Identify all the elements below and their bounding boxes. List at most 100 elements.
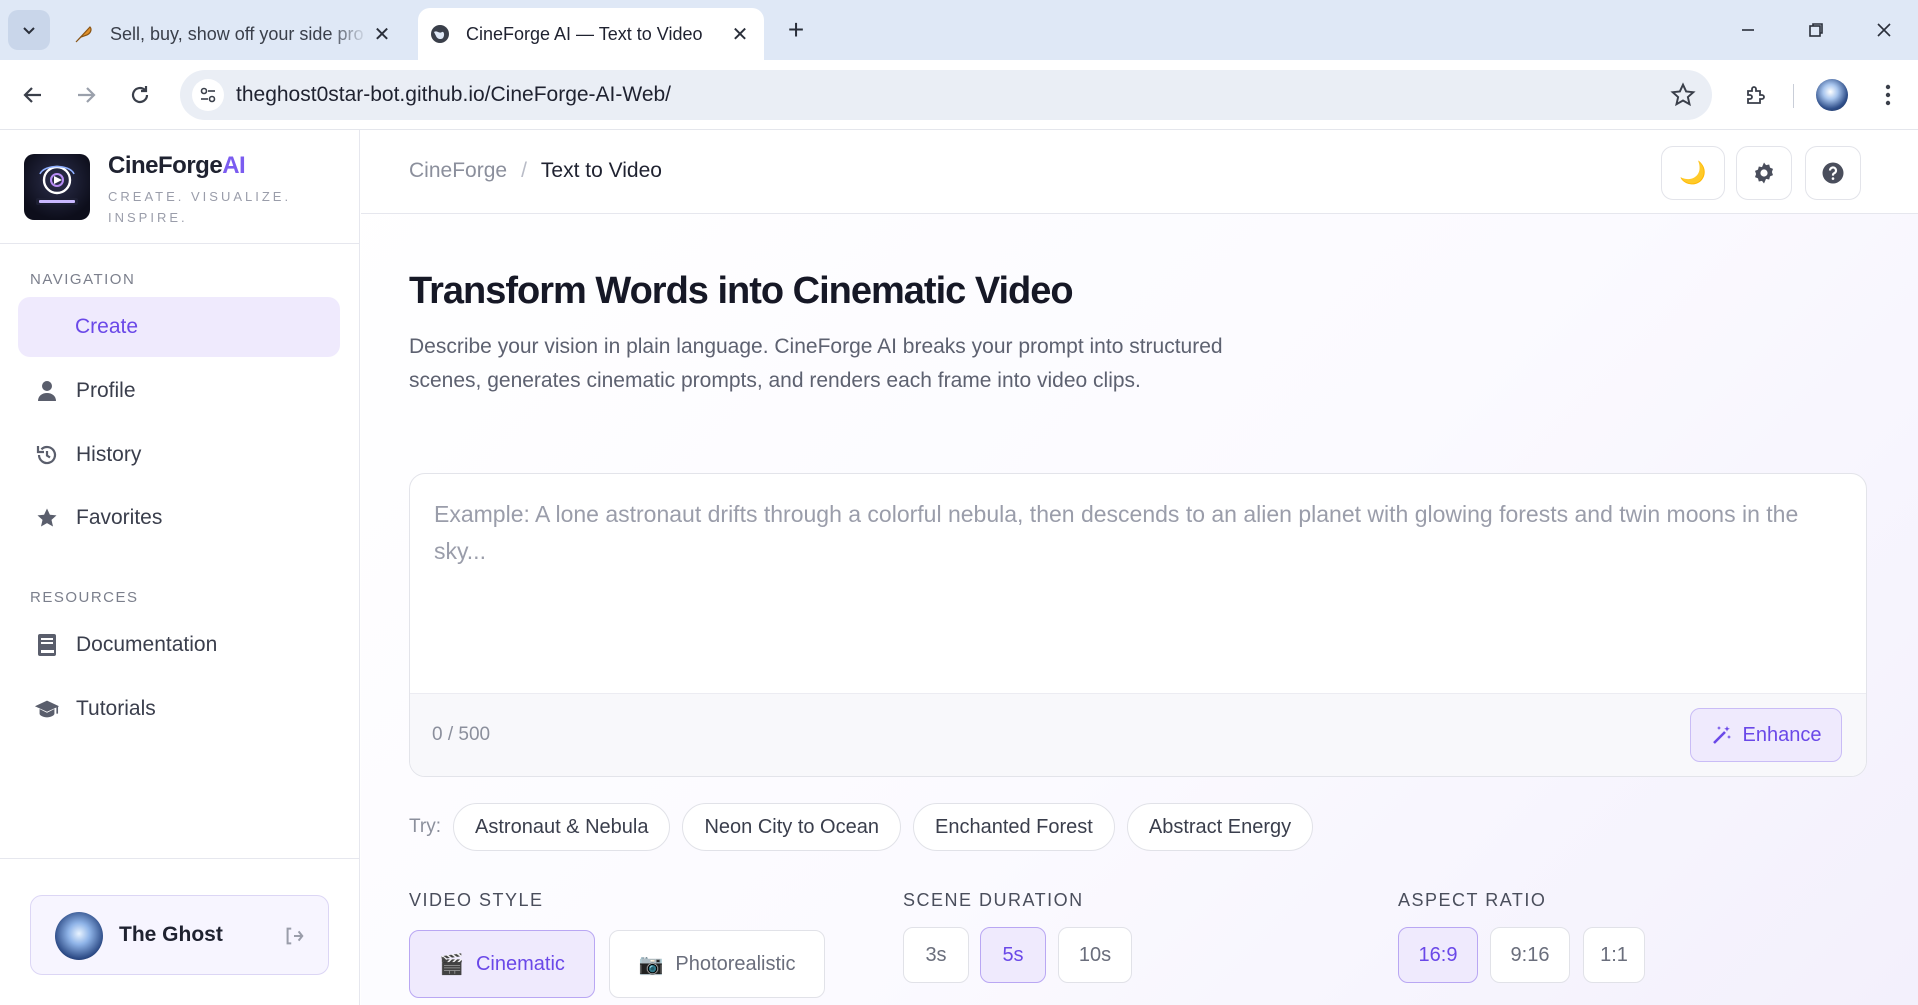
- restore-icon: [1809, 23, 1823, 37]
- navigation-section-label: NAVIGATION: [30, 271, 136, 288]
- top-bar: CineForge / Text to Video 🌙: [361, 130, 1918, 214]
- restore-button[interactable]: [1792, 10, 1840, 50]
- style-option-label: Photorealistic: [675, 952, 796, 975]
- sidebar-item-favorites[interactable]: Favorites: [18, 488, 340, 548]
- magic-wand-icon: [1712, 726, 1731, 744]
- try-label: Try:: [409, 816, 442, 837]
- character-count: 0 / 500: [432, 724, 491, 745]
- brand-name: CineForgeAI: [108, 152, 246, 180]
- prompt-textarea[interactable]: Example: A lone astronaut drifts through…: [434, 496, 1844, 570]
- minimize-icon: [1742, 29, 1754, 31]
- extensions-button[interactable]: [1738, 77, 1774, 113]
- resources-section-label: RESOURCES: [30, 589, 139, 606]
- feather-favicon-icon: [72, 22, 96, 46]
- example-chip[interactable]: Abstract Energy: [1126, 803, 1314, 851]
- reload-button[interactable]: [122, 77, 158, 113]
- browser-tab-inactive[interactable]: Sell, buy, show off your side pro ✕: [62, 8, 406, 60]
- site-info-icon[interactable]: [192, 79, 224, 111]
- user-name: The Ghost: [119, 923, 223, 946]
- avatar: [55, 912, 103, 960]
- page-description: Describe your vision in plain language. …: [409, 335, 1223, 392]
- aspect-option-16-9[interactable]: 16:9: [1398, 927, 1478, 983]
- gear-icon: [1755, 162, 1773, 184]
- sidebar-item-label: Tutorials: [76, 697, 156, 720]
- enhance-button[interactable]: Enhance: [1690, 708, 1842, 762]
- settings-button[interactable]: [1736, 146, 1792, 200]
- bookmark-star-icon[interactable]: [1670, 82, 1696, 108]
- video-style-label: VIDEO STYLE: [409, 890, 544, 910]
- aspect-ratio-label: ASPECT RATIO: [1398, 890, 1547, 910]
- sidebar: CineForgeAI CREATE. VISUALIZE. INSPIRE. …: [0, 130, 360, 1005]
- browser-profile-avatar[interactable]: [1816, 79, 1848, 111]
- tab-close-icon[interactable]: ✕: [368, 20, 396, 48]
- sidebar-item-history[interactable]: History: [18, 425, 340, 485]
- sidebar-footer: The Ghost: [0, 858, 360, 1005]
- example-chip[interactable]: Astronaut & Nebula: [453, 803, 671, 851]
- example-prompts-row: Try: Astronaut & Nebula Neon City to Oce…: [409, 803, 1325, 851]
- arrow-right-icon: [78, 87, 96, 103]
- theme-toggle-button[interactable]: 🌙: [1661, 146, 1725, 200]
- sidebar-item-label: Profile: [76, 379, 136, 402]
- history-icon: [34, 442, 60, 468]
- aspect-option-9-16[interactable]: 9:16: [1490, 927, 1570, 983]
- help-button[interactable]: [1805, 146, 1861, 200]
- duration-option-10s[interactable]: 10s: [1058, 927, 1132, 983]
- browser-tab-strip: Sell, buy, show off your side pro ✕ Cine…: [0, 0, 1918, 60]
- style-option-cinematic[interactable]: 🎬 Cinematic: [409, 930, 595, 998]
- page-title: Transform Words into Cinematic Video: [409, 270, 1074, 312]
- close-window-button[interactable]: [1860, 10, 1908, 50]
- user-card[interactable]: The Ghost: [30, 895, 329, 975]
- reload-icon: [131, 86, 149, 104]
- tab-title: CineForge AI — Text to Video: [466, 23, 703, 44]
- globe-favicon-icon: [428, 22, 452, 46]
- duration-option-3s[interactable]: 3s: [903, 927, 969, 983]
- logout-icon[interactable]: [283, 925, 305, 947]
- brand-tagline: CREATE. VISUALIZE. INSPIRE.: [108, 189, 292, 225]
- clapperboard-icon: 🎬: [439, 953, 464, 976]
- toolbar-divider: [1793, 84, 1794, 108]
- prompt-footer: 0 / 500 Enhance: [410, 693, 1866, 776]
- book-icon: [34, 632, 60, 658]
- minimize-button[interactable]: [1724, 10, 1772, 50]
- question-circle-icon: [1822, 162, 1844, 184]
- sidebar-item-profile[interactable]: Profile: [18, 361, 340, 421]
- breadcrumb-separator: /: [521, 159, 527, 182]
- address-bar[interactable]: theghost0star-bot.github.io/CineForge-AI…: [180, 70, 1712, 120]
- tab-title: Sell, buy, show off your side pro: [110, 23, 364, 44]
- brand-logo[interactable]: [24, 154, 90, 220]
- example-chip[interactable]: Neon City to Ocean: [682, 803, 901, 851]
- style-option-photorealistic[interactable]: 📷 Photorealistic: [609, 930, 825, 998]
- browser-menu-button[interactable]: [1870, 77, 1906, 113]
- breadcrumb-root[interactable]: CineForge: [409, 159, 507, 183]
- tab-close-icon[interactable]: ✕: [726, 20, 754, 48]
- close-icon: [1877, 23, 1891, 37]
- brand-header: CineForgeAI CREATE. VISUALIZE. INSPIRE.: [0, 130, 360, 244]
- prompt-editor: Example: A lone astronaut drifts through…: [409, 473, 1867, 777]
- graduation-cap-icon: [34, 696, 60, 722]
- sidebar-item-tutorials[interactable]: Tutorials: [18, 679, 340, 739]
- scene-duration-label: SCENE DURATION: [903, 890, 1084, 910]
- new-tab-button[interactable]: +: [780, 14, 812, 46]
- url-text: theghost0star-bot.github.io/CineForge-AI…: [236, 83, 672, 106]
- forward-button[interactable]: [68, 77, 104, 113]
- brand-name-accent: AI: [222, 152, 246, 179]
- sidebar-item-create[interactable]: Create: [18, 297, 340, 357]
- aspect-option-1-1[interactable]: 1:1: [1583, 927, 1645, 983]
- puzzle-icon: [1747, 86, 1765, 104]
- user-icon: [34, 378, 60, 404]
- enhance-label: Enhance: [1742, 723, 1822, 746]
- sidebar-item-label: History: [76, 443, 142, 466]
- tab-search-button[interactable]: [8, 10, 50, 50]
- browser-toolbar: theghost0star-bot.github.io/CineForge-AI…: [0, 60, 1918, 130]
- browser-tab-active[interactable]: CineForge AI — Text to Video ✕: [418, 8, 764, 60]
- example-chip[interactable]: Enchanted Forest: [912, 803, 1115, 851]
- duration-option-5s[interactable]: 5s: [980, 927, 1046, 983]
- more-vertical-icon: [1885, 84, 1891, 106]
- breadcrumb-current: Text to Video: [540, 159, 662, 182]
- chevron-down-icon: [23, 27, 35, 35]
- star-icon: [34, 505, 60, 531]
- back-button[interactable]: [15, 77, 51, 113]
- sidebar-item-documentation[interactable]: Documentation: [18, 615, 340, 675]
- main-content: CineForge / Text to Video 🌙 Transform Wo…: [361, 130, 1918, 1005]
- camera-icon: 📷: [638, 953, 664, 976]
